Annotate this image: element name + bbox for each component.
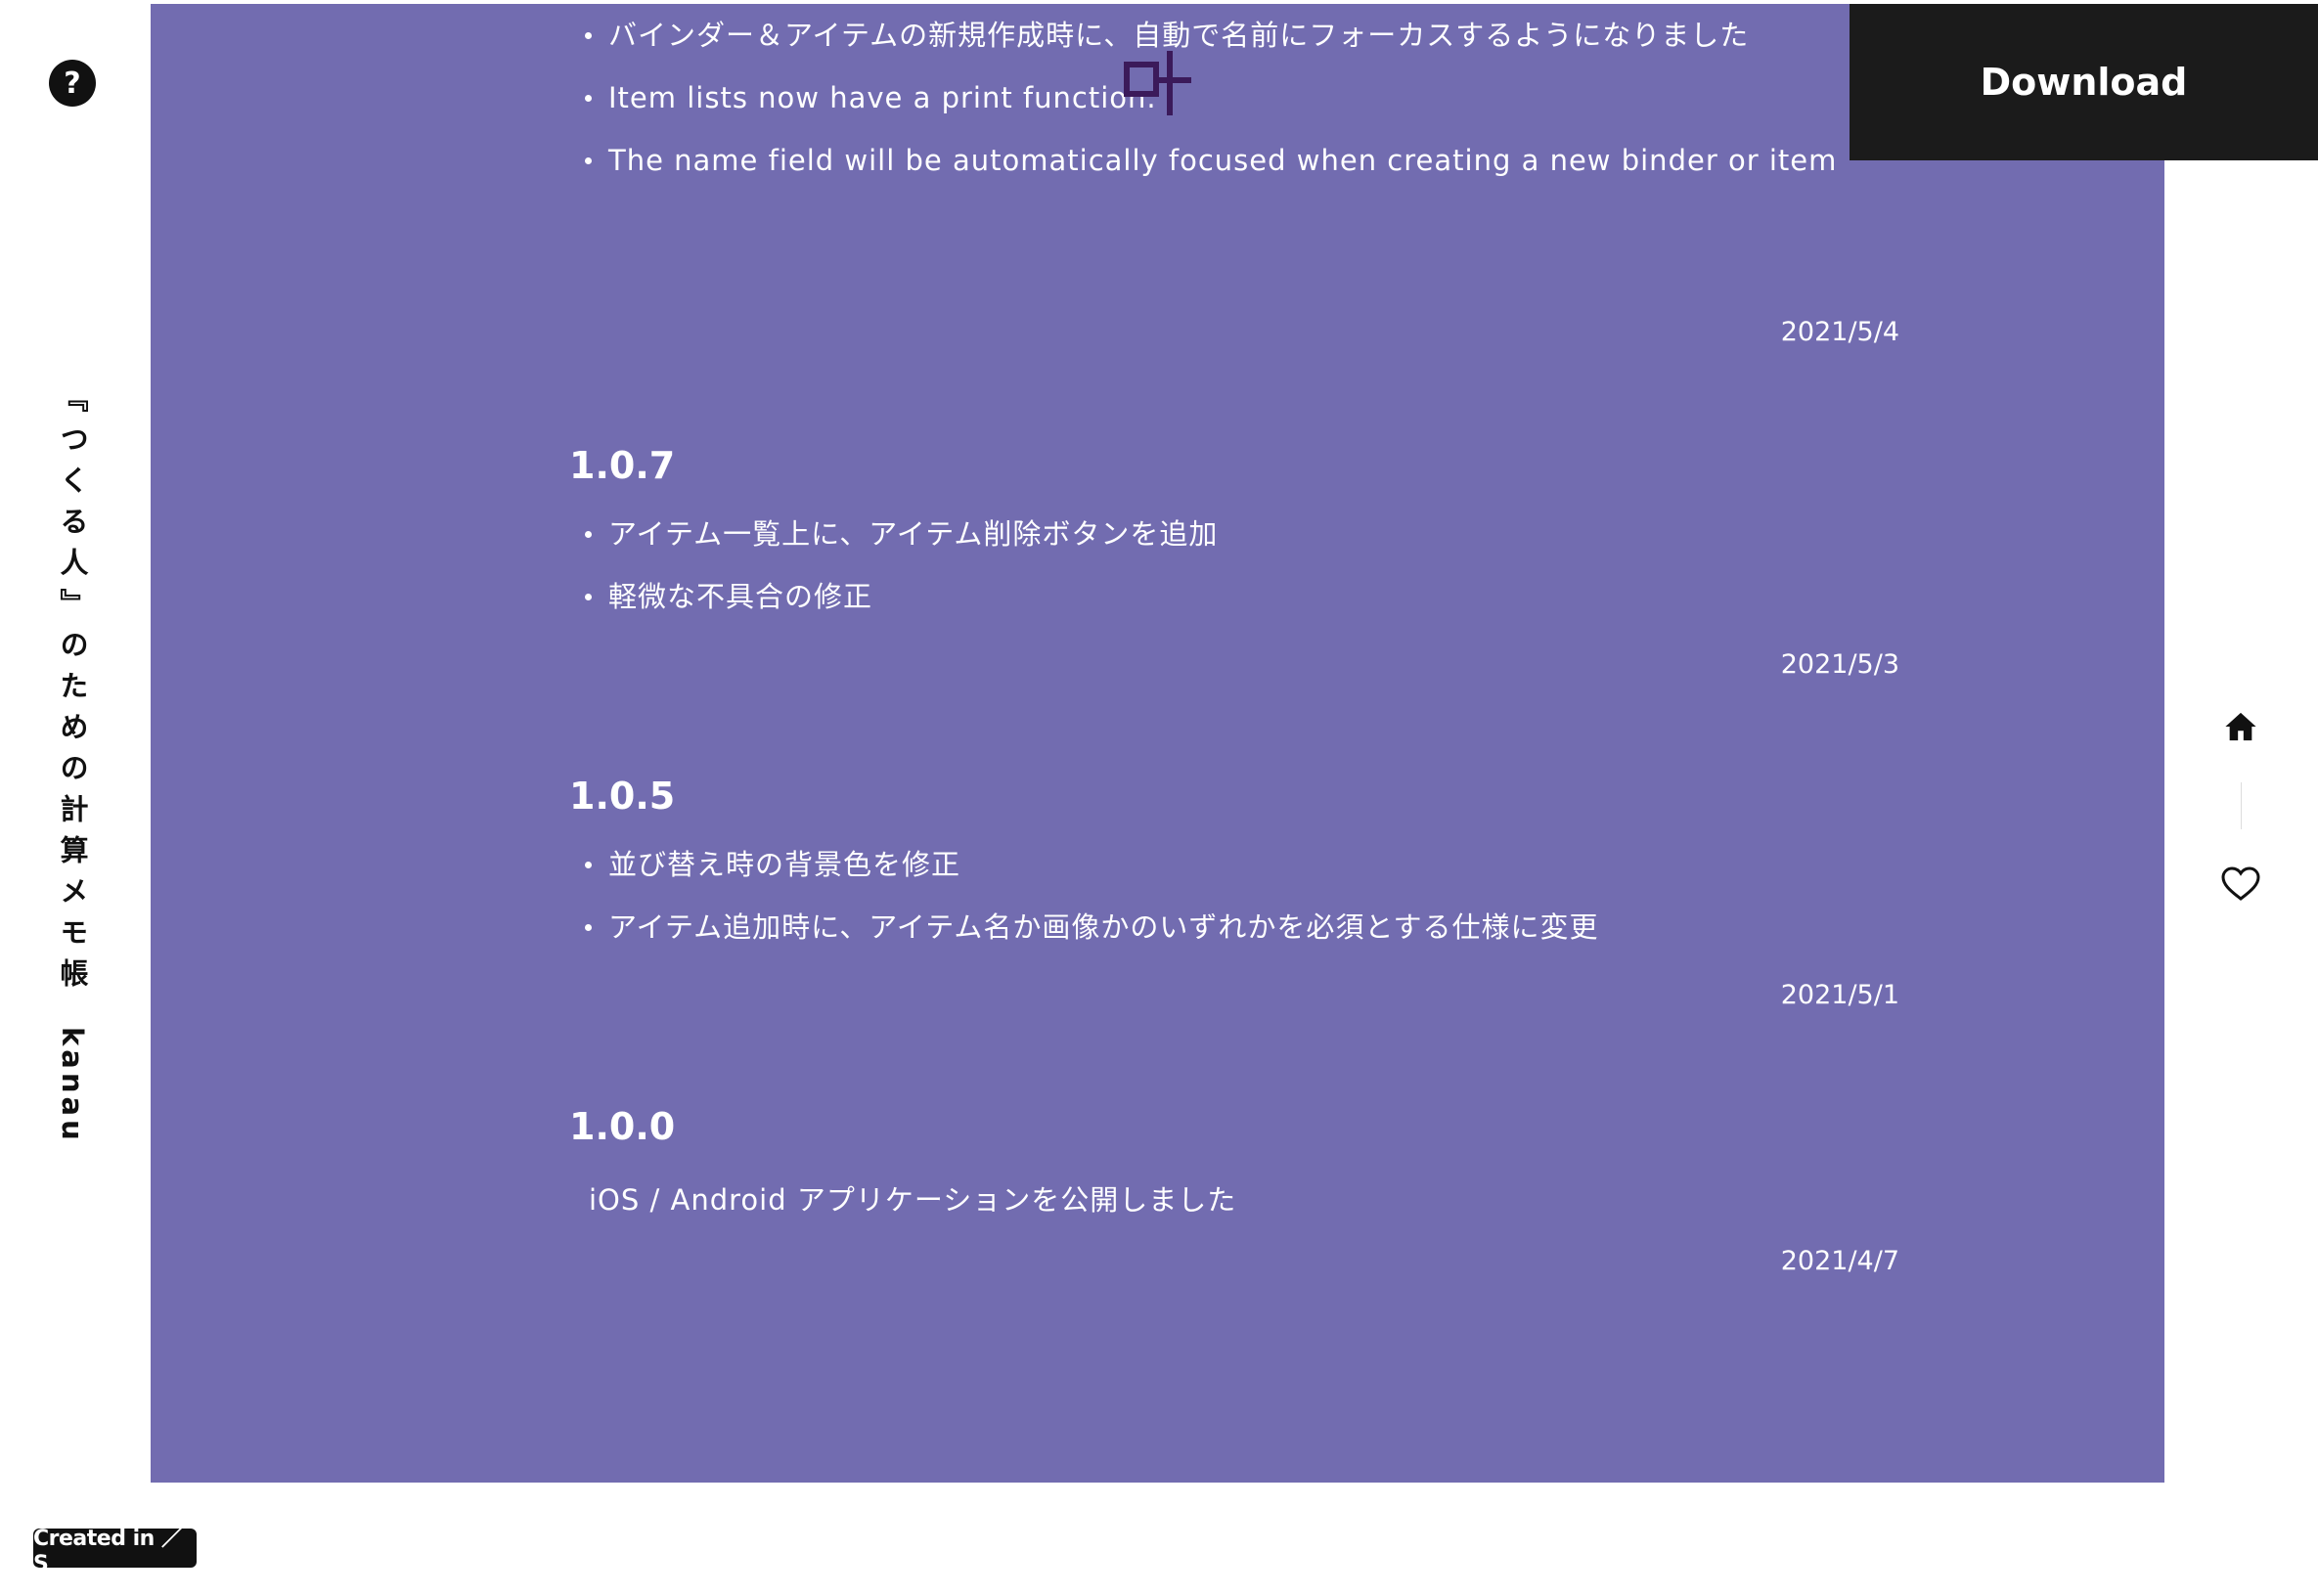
download-label: Download [1980, 61, 2188, 104]
cursor-icon [1124, 51, 1191, 115]
version-heading: 1.0.7 [569, 444, 676, 487]
list-item: The name field will be automatically foc… [569, 139, 1899, 182]
changelog-panel: バインダー＆アイテムの新規作成時に、自動で名前にフォーカスするようになりました … [151, 4, 2164, 1483]
release-note: iOS / Android アプリケーションを公開しました [589, 1183, 1237, 1217]
list-item: アイテム一覧上に、アイテム削除ボタンを追加 [569, 512, 1899, 555]
version-heading: 1.0.5 [569, 775, 676, 818]
list-item: 軽微な不具合の修正 [569, 575, 1899, 618]
heart-icon[interactable] [2221, 866, 2260, 902]
list-item: Item lists now have a print function. [569, 76, 1899, 119]
release-date: 2021/5/4 [1780, 317, 1899, 347]
help-button[interactable]: ? [49, 60, 96, 107]
release-date: 2021/4/7 [1780, 1246, 1899, 1276]
home-icon[interactable] [2224, 710, 2257, 743]
badge-label: Created in ／S [33, 1526, 183, 1576]
site-title-vertical: 『つくる人』のための計算メモ帳 kanau [49, 383, 96, 1146]
list-item: アイテム追加時に、アイテム名か画像かのいずれかを必須とする仕様に変更 [569, 906, 1899, 949]
created-in-badge[interactable]: Created in ／S [33, 1527, 197, 1576]
version-heading: 1.0.0 [569, 1105, 676, 1148]
list-item: バインダー＆アイテムの新規作成時に、自動で名前にフォーカスするようになりました [569, 14, 1899, 57]
release-date: 2021/5/1 [1780, 980, 1899, 1010]
release-date: 2021/5/3 [1780, 649, 1899, 680]
site-title: 『つくる人』のための計算メモ帳 [56, 383, 89, 999]
help-icon: ? [64, 66, 81, 101]
icon-divider [2241, 782, 2242, 829]
top-notes-list: バインダー＆アイテムの新規作成時に、自動で名前にフォーカスするようになりました … [569, 14, 1899, 201]
list-item: 並び替え時の背景色を修正 [569, 843, 1899, 886]
v105-notes-list: 並び替え時の背景色を修正 アイテム追加時に、アイテム名か画像かのいずれかを必須と… [569, 843, 1899, 968]
download-button[interactable]: Download [1850, 4, 2318, 160]
v107-notes-list: アイテム一覧上に、アイテム削除ボタンを追加 軽微な不具合の修正 [569, 512, 1899, 638]
brand-name: kanau [56, 1027, 89, 1144]
